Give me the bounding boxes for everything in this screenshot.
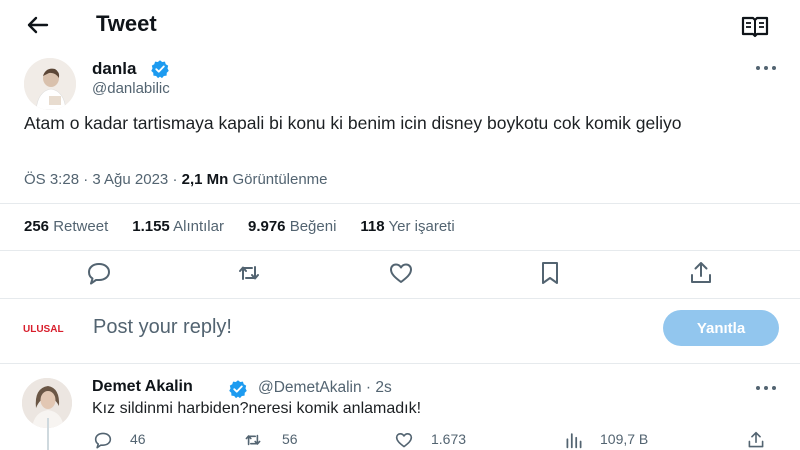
header-bar: Tweet bbox=[0, 0, 800, 50]
like-icon[interactable] bbox=[386, 258, 416, 288]
ulusal-logo: ULUSAL bbox=[23, 324, 64, 335]
tweet-timestamp[interactable]: ÖS 3:28 · 3 Ağu 2023 · bbox=[24, 171, 182, 188]
reply-button[interactable]: Yanıtla bbox=[663, 310, 779, 346]
bookmark-icon[interactable] bbox=[535, 258, 565, 288]
views-chart-icon bbox=[566, 433, 582, 449]
reader-mode-icon[interactable] bbox=[740, 13, 770, 39]
divider bbox=[0, 250, 800, 251]
retweet-icon bbox=[245, 434, 261, 446]
reply-like-action[interactable]: 1.673 bbox=[393, 427, 483, 449]
reply-input[interactable] bbox=[93, 311, 633, 343]
views-count: 2,1 Mn bbox=[181, 171, 229, 188]
reply-text: Kız sildinmi harbiden?neresi komik anlam… bbox=[92, 400, 422, 417]
author-photo bbox=[24, 58, 76, 110]
verified-badge-icon bbox=[151, 60, 169, 79]
reply-icon bbox=[94, 432, 112, 449]
thread-line bbox=[47, 418, 49, 450]
divider bbox=[0, 203, 800, 204]
retweet-stat[interactable]: 256 Retweet bbox=[24, 218, 108, 235]
reply-share-action[interactable] bbox=[745, 427, 775, 449]
retweet-count: 56 bbox=[282, 431, 298, 447]
like-stat[interactable]: 9.976 Beğeni bbox=[248, 218, 336, 235]
more-options-icon[interactable] bbox=[753, 380, 779, 396]
retweet-icon[interactable] bbox=[234, 258, 264, 288]
reply-views-action[interactable]: 109,7 B bbox=[563, 427, 673, 449]
verified-badge-icon bbox=[229, 380, 247, 399]
tweet-text: Atam o kadar tartismaya kapali bi konu k… bbox=[24, 113, 682, 133]
reply-reply-action[interactable]: 46 bbox=[92, 427, 172, 449]
views-label: Görüntülenme bbox=[228, 171, 328, 188]
reply-retweet-action[interactable]: 56 bbox=[242, 427, 322, 449]
page-title: Tweet bbox=[96, 11, 157, 36]
divider bbox=[0, 298, 800, 299]
author-avatar[interactable] bbox=[24, 58, 76, 110]
like-icon bbox=[395, 432, 413, 448]
arrow-left-icon[interactable] bbox=[22, 10, 52, 40]
author-name[interactable]: danla bbox=[92, 59, 136, 79]
share-icon bbox=[748, 431, 764, 448]
reply-icon[interactable] bbox=[84, 258, 114, 288]
quote-stat[interactable]: 1.155 Alıntılar bbox=[132, 218, 224, 235]
bookmark-stat[interactable]: 118 Yer işareti bbox=[360, 218, 454, 235]
tweet-meta: ÖS 3:28 · 3 Ağu 2023 · 2,1 Mn Görüntülen… bbox=[24, 171, 328, 188]
engagement-stats: 256 Retweet 1.155 Alıntılar 9.976 Beğeni 11… bbox=[24, 218, 479, 235]
divider bbox=[0, 363, 800, 364]
reply-author-handle[interactable]: @DemetAkalin · 2s bbox=[258, 379, 392, 397]
svg-text:ULUSAL: ULUSAL bbox=[23, 324, 64, 335]
more-options-icon[interactable] bbox=[753, 60, 779, 76]
reply-count: 46 bbox=[130, 431, 146, 447]
like-count: 1.673 bbox=[431, 431, 467, 447]
author-handle[interactable]: @danlabilic bbox=[92, 80, 170, 97]
reply-author-name[interactable]: Demet Akalin bbox=[92, 378, 193, 396]
views-count: 109,7 B bbox=[600, 431, 649, 447]
share-icon[interactable] bbox=[686, 258, 716, 288]
